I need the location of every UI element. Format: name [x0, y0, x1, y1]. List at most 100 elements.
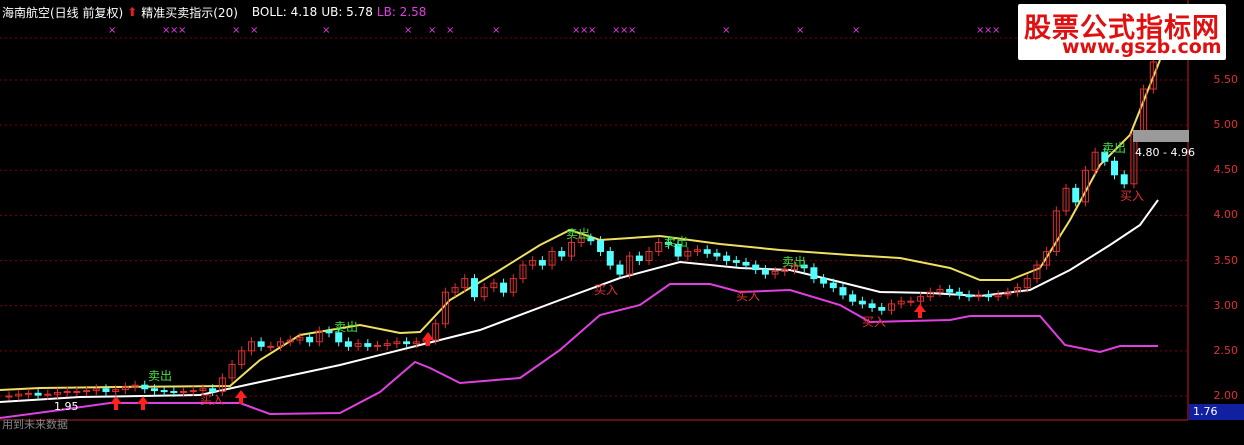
axis-tick-label: 2.50 — [1213, 343, 1239, 357]
candle-body — [606, 251, 614, 266]
candle-body — [306, 336, 314, 343]
candle-body — [267, 345, 275, 348]
candle-body — [965, 294, 973, 298]
candle-body — [44, 393, 52, 396]
axis-tick-label: 2.00 — [1213, 389, 1239, 402]
sell-signal-label: 卖出 — [782, 255, 806, 269]
low-price-label: 1.95 — [54, 400, 79, 413]
signal-x-mark: × — [588, 25, 596, 36]
signal-x-mark: × — [446, 25, 454, 36]
candle-body — [723, 255, 731, 262]
candle-body — [83, 390, 91, 393]
price-range-marker — [1133, 130, 1189, 142]
candle-body — [170, 390, 178, 393]
candle-body — [1111, 160, 1119, 176]
candle-body — [34, 392, 42, 396]
axis-tick-label: 4.50 — [1213, 163, 1239, 177]
signal-x-mark: × — [178, 25, 186, 36]
ub-value: UB: 5.78 — [321, 5, 373, 19]
candle-body — [742, 261, 750, 266]
sell-signal-label: 卖出 — [664, 235, 688, 249]
stock-title: 海南航空(日线 前复权) — [2, 5, 124, 20]
candle-body — [597, 240, 605, 253]
candle-body — [325, 330, 333, 334]
candle-body — [868, 303, 876, 309]
candle-body — [500, 282, 508, 293]
signal-x-mark: × — [722, 25, 730, 36]
candle-body — [984, 294, 992, 298]
current-price-label: 1.76 — [1189, 404, 1244, 420]
candle-body — [761, 269, 769, 275]
candle-body — [102, 388, 110, 392]
signal-x-mark: × — [992, 25, 1000, 36]
candle-body — [955, 291, 963, 296]
candle-body — [703, 249, 711, 254]
candle-body — [732, 260, 740, 263]
axis-tick-label: 4.00 — [1213, 208, 1239, 222]
buy-signal-label: 买入 — [862, 315, 886, 329]
sell-signal-label: 卖出 — [334, 320, 358, 334]
buy-arrow-icon — [110, 396, 122, 410]
signal-x-mark: × — [492, 25, 500, 36]
candle-body — [189, 390, 197, 393]
signal-x-mark: × — [628, 25, 636, 36]
upper-band-line — [0, 59, 1161, 391]
axis-tick-label: 5.50 — [1213, 73, 1239, 86]
buy-signal-label: 买入 — [200, 393, 224, 407]
buy-arrow-icon — [137, 396, 149, 410]
candle-body — [946, 288, 954, 293]
candle-body — [713, 252, 721, 257]
candle-body — [829, 282, 837, 289]
signal-x-mark: × — [322, 25, 330, 36]
candle-body — [907, 300, 915, 303]
axis-tick-label: 3.50 — [1213, 253, 1239, 267]
candle-body — [1072, 187, 1080, 203]
indicator-name: 精准买卖指示(20) — [141, 5, 238, 20]
candle-body — [403, 341, 411, 345]
boll-value: BOLL: 4.18 — [251, 5, 318, 19]
candle-body — [635, 255, 643, 262]
lower-band-line — [0, 283, 1158, 419]
future-data-note: 用到未来数据 — [2, 418, 68, 431]
candle-body — [470, 278, 478, 298]
candle-body — [73, 390, 81, 393]
price-range-label: 4.80 - 4.96 — [1135, 146, 1195, 159]
candle-body — [858, 300, 866, 305]
signal-x-mark: × — [796, 25, 804, 36]
chart-window[interactable]: 卖出 卖出 卖出 卖出 卖出 卖出 买入 买入 买入 买入 买入 × × × × × × × × × × × × × × × × × ×… — [0, 0, 1244, 445]
candlestick-chart[interactable]: 卖出卖出卖出卖出卖出卖出买入买入 买入买入买入× × × × × × × × × × × × × × × × × ×… — [0, 0, 1244, 445]
signal-x-mark: × — [232, 25, 240, 36]
sell-signal-label: 卖出 — [148, 369, 172, 383]
sell-signal-label: 卖出 — [1102, 141, 1126, 155]
red-up-arrow-icon: ⬆ — [127, 5, 138, 19]
candle-body — [24, 392, 32, 395]
candle-body — [1120, 174, 1128, 185]
candle-body — [5, 395, 13, 398]
buy-signal-label: 买入 — [594, 283, 618, 297]
signal-x-mark: × — [404, 25, 412, 36]
candle-body — [150, 388, 158, 392]
axis-tick-label: 5.00 — [1213, 118, 1239, 132]
candle-body — [616, 264, 624, 275]
candle-body — [558, 251, 566, 257]
candle-body — [209, 388, 217, 392]
buy-signal-label: 买入 — [1120, 189, 1144, 203]
candle-body — [160, 390, 168, 393]
lb-value: LB: 2.58 — [376, 5, 427, 19]
chart-header: 海南航空(日线 前复权) ⬆ 精准买卖指示(20) BOLL: 4.18 UB:… — [2, 3, 430, 21]
signal-x-mark: × — [428, 25, 436, 36]
candle-body — [810, 267, 818, 280]
candle-body — [878, 307, 886, 311]
candle-body — [374, 344, 382, 347]
watermark-logo: 股票公式指标网 www.gszb.com — [1018, 4, 1226, 60]
candle-body — [752, 264, 760, 271]
candle-body — [257, 341, 265, 347]
axis-tick-label: 3.00 — [1213, 298, 1239, 312]
buy-signal-label: 买入 — [736, 289, 760, 303]
candle-body — [839, 287, 847, 296]
candle-body — [538, 260, 546, 266]
candle-body — [63, 390, 71, 393]
buy-arrow-icon — [235, 390, 247, 404]
candle-body — [180, 390, 188, 393]
signal-x-mark: × — [250, 25, 258, 36]
